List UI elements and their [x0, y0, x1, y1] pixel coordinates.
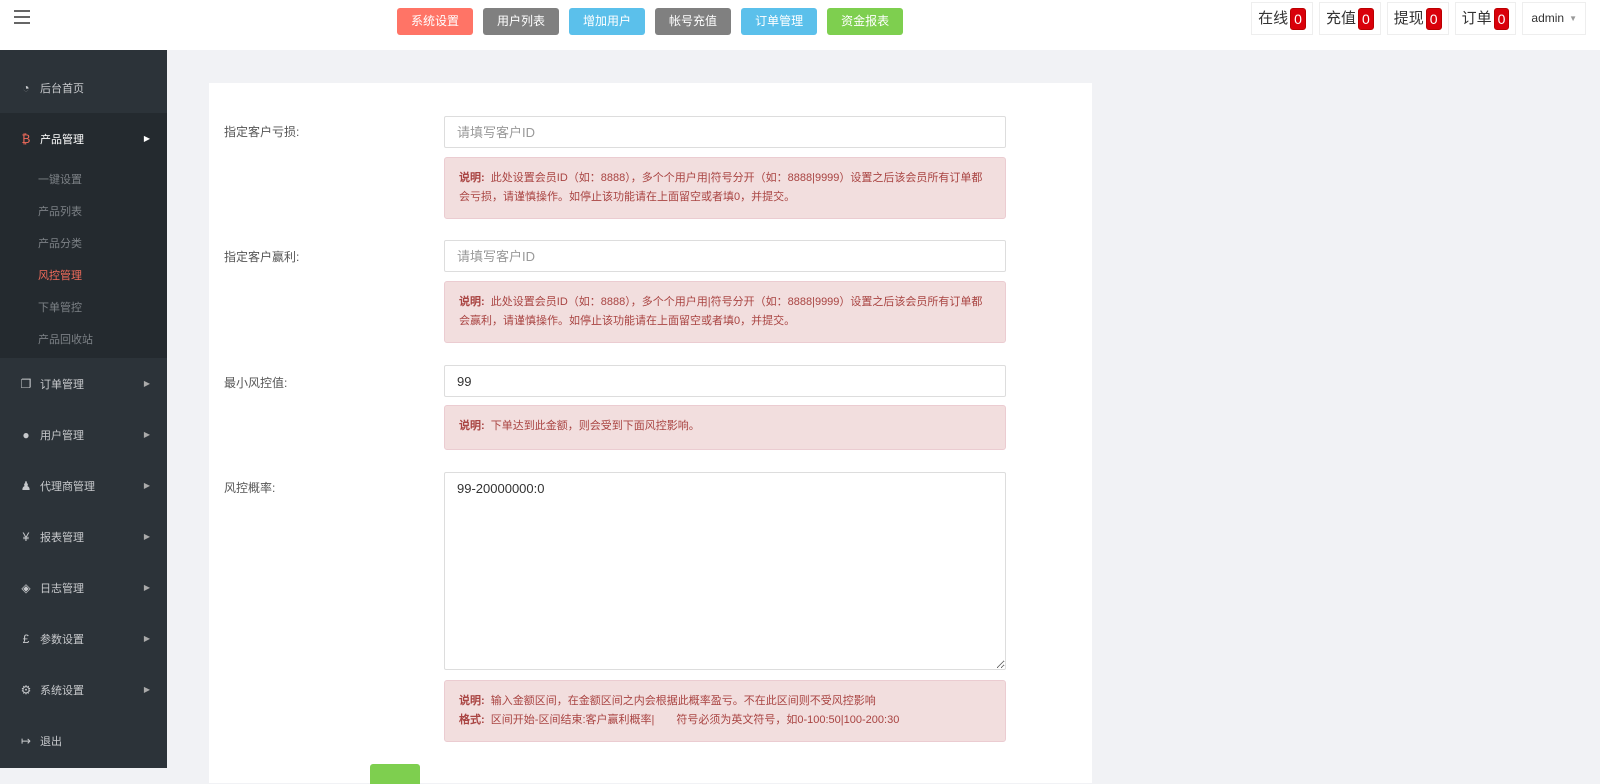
stat-label: 在线	[1258, 10, 1289, 27]
copy-icon: ❐	[20, 376, 32, 391]
submenu-item-recycle-bin[interactable]: 产品回收站	[0, 324, 167, 356]
gear-icon: ⚙	[20, 682, 32, 697]
stat-label: 提现	[1393, 10, 1424, 27]
profit-customer-input[interactable]	[444, 240, 1006, 272]
top-bar: 系统设置 用户列表 增加用户 帐号充值 订单管理 资金报表 在线 0 充值 0 提现 0 订单 0 ad…	[0, 0, 1600, 50]
caret-down-icon: ▼	[1569, 14, 1577, 24]
stats-group: 在线 0 充值 0 提现 0 订单 0	[1251, 2, 1517, 35]
submenu-item-order-control[interactable]: 下单管控	[0, 292, 167, 324]
stat-withdraw[interactable]: 提现 0	[1386, 2, 1449, 35]
sidebar-item-label: 报表管理	[40, 531, 84, 544]
agent-icon: ♟	[20, 478, 32, 493]
min-value-label: 最小风控值:	[224, 376, 288, 390]
sidebar-item-agents[interactable]: ♟ 代理商管理 ▶	[0, 460, 167, 511]
yen-icon: ¥	[22, 529, 30, 544]
stat-recharge[interactable]: 充值 0	[1318, 2, 1381, 35]
dashboard-icon: ◔	[22, 80, 30, 95]
stat-orders[interactable]: 订单 0	[1454, 2, 1517, 35]
sidebar: ◔ 后台首页 ₿ 产品管理 ▶ 一键设置 产品列表 产品分类 风控管理 下单管控…	[0, 50, 167, 768]
product-submenu: 一键设置 产品列表 产品分类 风控管理 下单管控 产品回收站	[0, 164, 167, 358]
probability-textarea[interactable]: 99-20000000:0	[444, 472, 1006, 670]
top-nav-account-recharge-button[interactable]: 帐号充值	[655, 8, 732, 35]
sidebar-item-label: 后台首页	[40, 82, 84, 95]
loss-label: 指定客户亏损:	[224, 125, 300, 139]
top-nav-user-list-button[interactable]: 用户列表	[483, 8, 560, 35]
probability-note: 说明: 输入金额区间，在金额区间之内会根据此概率盈亏。不在此区间则不受风控影响 …	[444, 680, 1006, 742]
sidebar-item-label: 退出	[40, 735, 62, 748]
format-title: 格式:	[459, 714, 485, 726]
profit-note: 说明: 此处设置会员ID（如：8888），多个个用户用|符号分开（如：8888|…	[444, 281, 1006, 343]
sidebar-item-reports[interactable]: ¥ 报表管理 ▶	[0, 511, 167, 562]
submenu-item-product-category[interactable]: 产品分类	[0, 228, 167, 260]
arrow-right-icon: ▶	[143, 379, 150, 388]
min-value-input[interactable]	[444, 365, 1006, 397]
min-value-note: 说明: 下单达到此金额，则会受到下面风控影响。	[444, 405, 1006, 450]
bitcoin-icon: ₿	[21, 131, 31, 146]
arrow-right-icon: ▶	[143, 532, 150, 541]
stat-count-badge: 0	[1290, 7, 1306, 30]
format-text: 区间开始-区间结束:客户赢利概率| 符号必须为英文符号，如0-100:50|10…	[490, 714, 900, 726]
sidebar-item-logout[interactable]: ↦ 退出	[0, 715, 167, 766]
note-text: 此处设置会员ID（如：8888），多个个用户用|符号分开（如：8888|9999…	[459, 172, 983, 203]
top-nav-order-management-button[interactable]: 订单管理	[741, 8, 818, 35]
submit-button[interactable]	[370, 764, 420, 784]
loss-note: 说明: 此处设置会员ID（如：8888），多个个用户用|符号分开（如：8888|…	[444, 157, 1006, 219]
note-text: 输入金额区间，在金额区间之内会根据此概率盈亏。不在此区间则不受风控影响	[490, 695, 876, 707]
sidebar-item-label: 代理商管理	[40, 480, 95, 493]
user-name: admin	[1531, 11, 1565, 25]
note-text: 此处设置会员ID（如：8888），多个个用户用|符号分开（如：8888|9999…	[459, 296, 983, 327]
arrow-right-icon: ▶	[143, 134, 150, 143]
sidebar-item-system[interactable]: ⚙ 系统设置 ▶	[0, 664, 167, 715]
note-text: 下单达到此金额，则会受到下面风控影响。	[490, 420, 700, 432]
tag-icon: ◈	[21, 580, 31, 595]
stat-label: 充值	[1325, 10, 1356, 27]
sidebar-item-users[interactable]: ● 用户管理 ▶	[0, 409, 167, 460]
stat-count-badge: 0	[1357, 7, 1374, 30]
probability-label: 风控概率:	[224, 481, 276, 495]
arrow-right-icon: ▶	[143, 583, 150, 592]
submenu-item-product-list[interactable]: 产品列表	[0, 196, 167, 228]
top-nav: 系统设置 用户列表 增加用户 帐号充值 订单管理 资金报表	[397, 8, 904, 35]
sidebar-item-label: 订单管理	[40, 378, 84, 391]
sign-out-icon: ↦	[20, 733, 32, 748]
user-icon: ●	[22, 427, 30, 442]
note-title: 说明:	[459, 296, 485, 308]
sidebar-item-label: 系统设置	[40, 684, 84, 697]
arrow-right-icon: ▶	[143, 481, 150, 490]
arrow-right-icon: ▶	[143, 634, 150, 643]
sidebar-item-label: 产品管理	[40, 133, 84, 146]
menu-toggle-icon[interactable]	[14, 10, 30, 24]
stat-count-badge: 0	[1493, 7, 1510, 30]
note-title: 说明:	[459, 172, 485, 184]
sidebar-item-orders[interactable]: ❐ 订单管理 ▶	[0, 358, 167, 409]
stat-count-badge: 0	[1425, 7, 1442, 30]
loss-customer-input[interactable]	[444, 116, 1006, 148]
sidebar-item-logs[interactable]: ◈ 日志管理 ▶	[0, 562, 167, 613]
top-nav-fund-report-button[interactable]: 资金报表	[827, 8, 904, 35]
arrow-right-icon: ▶	[143, 430, 150, 439]
stat-label: 订单	[1461, 10, 1492, 27]
top-nav-add-user-button[interactable]: 增加用户	[569, 8, 646, 35]
top-nav-system-settings-button[interactable]: 系统设置	[397, 8, 474, 35]
sidebar-item-product[interactable]: ₿ 产品管理 ▶	[0, 113, 167, 164]
sidebar-item-label: 参数设置	[40, 633, 84, 646]
sidebar-item-home[interactable]: ◔ 后台首页	[0, 62, 167, 113]
note-title: 说明:	[459, 420, 485, 432]
sidebar-item-params[interactable]: £ 参数设置 ▶	[0, 613, 167, 664]
submenu-item-risk-control[interactable]: 风控管理	[0, 260, 167, 292]
pound-icon: £	[22, 631, 30, 646]
sidebar-item-label: 日志管理	[40, 582, 84, 595]
profit-label: 指定客户赢利:	[224, 250, 300, 264]
stat-online[interactable]: 在线 0	[1251, 2, 1313, 35]
sidebar-item-label: 用户管理	[40, 429, 84, 442]
risk-control-form: 指定客户亏损: 说明: 此处设置会员ID（如：8888），多个个用户用|符号分开…	[209, 83, 1092, 784]
submenu-item-quick-setup[interactable]: 一键设置	[0, 164, 167, 196]
note-title: 说明:	[459, 695, 485, 707]
arrow-right-icon: ▶	[143, 685, 150, 694]
user-menu[interactable]: admin ▼	[1522, 2, 1586, 35]
top-right-status: 在线 0 充值 0 提现 0 订单 0 admin ▼	[1251, 2, 1586, 35]
